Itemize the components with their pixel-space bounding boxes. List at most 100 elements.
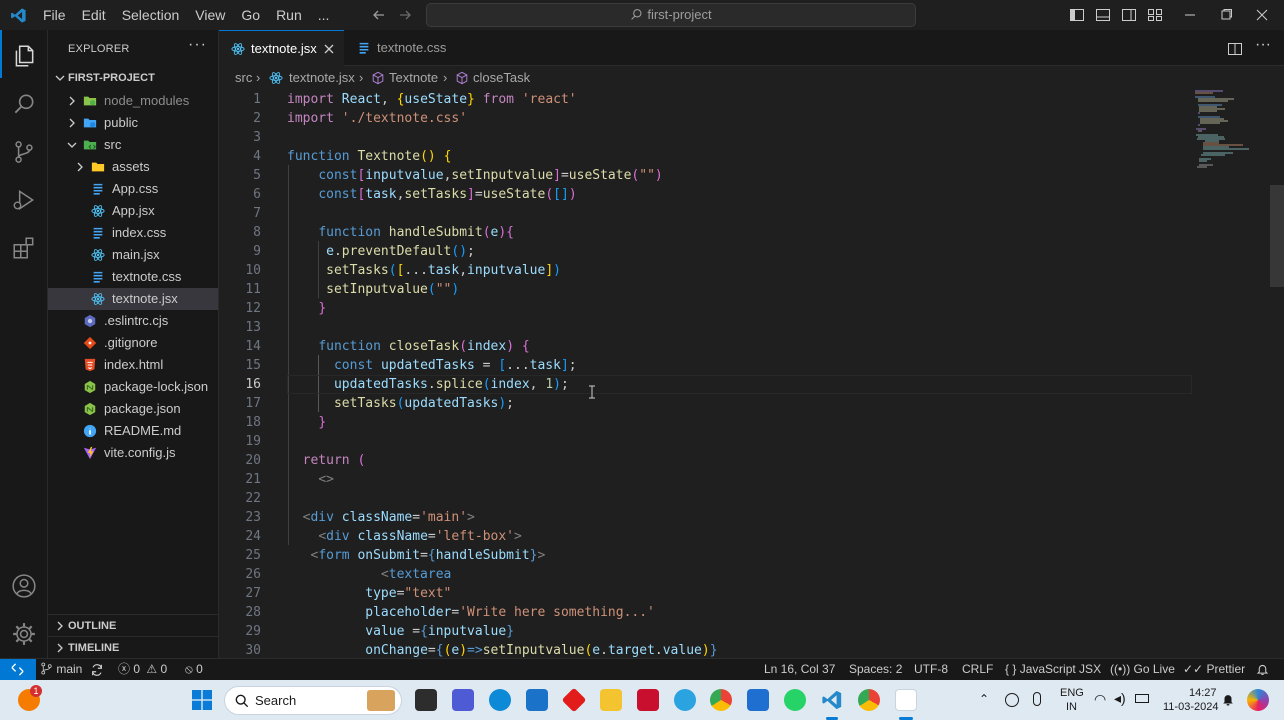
task-view-icon[interactable] xyxy=(415,689,437,711)
command-center-search[interactable]: first-project xyxy=(426,3,916,27)
tab-textnote-jsx[interactable]: textnote.jsx xyxy=(219,30,344,66)
tree-item-assets[interactable]: assets xyxy=(48,156,218,178)
chrome-profile-icon[interactable] xyxy=(858,689,880,711)
battery-icon[interactable] xyxy=(1135,694,1149,703)
breadcrumb-src[interactable]: src xyxy=(235,67,252,89)
go-live-label: Go Live xyxy=(1133,662,1175,676)
sync-icon[interactable] xyxy=(90,663,104,677)
tree-item-index-css[interactable]: index.css xyxy=(48,222,218,244)
branch-indicator[interactable]: main xyxy=(40,659,82,680)
ports-count: 0 xyxy=(196,662,203,676)
more-actions-icon[interactable]: ··· xyxy=(188,36,207,54)
accounts-button[interactable] xyxy=(0,562,48,610)
timeline-section[interactable]: TIMELINE xyxy=(48,636,218,658)
notification-bell-icon[interactable] xyxy=(1221,692,1235,707)
close-tab-icon[interactable] xyxy=(323,43,335,55)
encoding[interactable]: UTF-8 xyxy=(914,659,948,680)
onedrive-icon[interactable] xyxy=(1005,693,1019,707)
menu-view[interactable]: View xyxy=(187,0,233,30)
tree-item-app-css[interactable]: App.css xyxy=(48,178,218,200)
prettier-indicator[interactable]: ✓✓ Prettier xyxy=(1183,659,1245,680)
split-editor-icon[interactable] xyxy=(1227,41,1243,57)
breadcrumb-file[interactable]: textnote.jsx xyxy=(289,67,355,89)
chrome-icon[interactable] xyxy=(710,689,732,711)
breadcrumb-component[interactable]: Textnote xyxy=(389,67,438,89)
tree-item-readme[interactable]: README.md xyxy=(48,420,218,442)
snipping-tool-icon[interactable] xyxy=(895,689,917,711)
toggle-sidebar-icon[interactable] xyxy=(1069,7,1085,23)
file-explorer-icon[interactable] xyxy=(600,689,622,711)
breadcrumb-function[interactable]: closeTask xyxy=(473,67,530,89)
menu-edit[interactable]: Edit xyxy=(74,0,114,30)
remote-desktop-icon[interactable] xyxy=(747,689,769,711)
taskbar-search[interactable]: Search xyxy=(224,686,402,715)
speaker-icon[interactable]: ◂) xyxy=(1114,690,1126,707)
more-actions-icon[interactable]: ··· xyxy=(1255,36,1271,54)
chevron-up-icon[interactable]: ⌃ xyxy=(979,692,989,706)
tree-item-package-lock[interactable]: package-lock.json xyxy=(48,376,218,398)
code-editor[interactable]: 1 import React, {useState} from 'react' 2… xyxy=(219,89,1284,658)
toggle-panel-icon[interactable] xyxy=(1095,7,1111,23)
end-of-line[interactable]: CRLF xyxy=(962,659,993,680)
extensions-button[interactable] xyxy=(0,224,48,272)
tree-item-public[interactable]: public xyxy=(48,112,218,134)
minimize-icon[interactable] xyxy=(1182,7,1198,23)
tree-item-package-json[interactable]: package.json xyxy=(48,398,218,420)
menu-selection[interactable]: Selection xyxy=(114,0,188,30)
remote-indicator[interactable] xyxy=(0,659,36,680)
forward-arrow-icon[interactable] xyxy=(397,7,413,23)
language-mode[interactable]: { } JavaScript JSX xyxy=(1005,659,1101,680)
menu-more[interactable]: ... xyxy=(310,0,338,30)
paint-icon[interactable] xyxy=(674,689,696,711)
tree-item-index-html[interactable]: index.html xyxy=(48,354,218,376)
edge-icon[interactable] xyxy=(489,689,511,711)
menu-file[interactable]: File xyxy=(35,0,74,30)
cursor-position[interactable]: Ln 16, Col 37 xyxy=(764,659,835,680)
vscode-taskbar-icon[interactable] xyxy=(821,689,843,711)
tree-item-main-jsx[interactable]: main.jsx xyxy=(48,244,218,266)
store-icon[interactable] xyxy=(526,689,548,711)
code-line: 18 } xyxy=(219,413,1284,432)
teams-icon[interactable] xyxy=(452,689,474,711)
problems-indicator[interactable]: ⓧ 0 ⚠ 0 xyxy=(118,659,167,680)
outline-section[interactable]: OUTLINE xyxy=(48,614,218,636)
tree-item-gitignore[interactable]: .gitignore xyxy=(48,332,218,354)
restore-icon[interactable] xyxy=(1218,7,1234,23)
project-root[interactable]: FIRST-PROJECT xyxy=(48,67,218,89)
mcafee-icon[interactable] xyxy=(637,689,659,711)
tree-item-node-modules[interactable]: node_modules xyxy=(48,90,218,112)
explorer-button[interactable] xyxy=(0,32,48,80)
tree-item-src[interactable]: src xyxy=(48,134,218,156)
menu-run[interactable]: Run xyxy=(268,0,310,30)
wifi-icon[interactable]: ◠ xyxy=(1094,691,1106,708)
line-number: 5 xyxy=(253,168,261,183)
indentation[interactable]: Spaces: 2 xyxy=(849,659,902,680)
tree-item-eslintrc[interactable]: .eslintrc.cjs xyxy=(48,310,218,332)
go-live-button[interactable]: ((•)) Go Live xyxy=(1110,659,1175,680)
customize-layout-icon[interactable] xyxy=(1147,7,1163,23)
toggle-secondary-sidebar-icon[interactable] xyxy=(1121,7,1137,23)
vertical-scrollbar[interactable] xyxy=(1270,185,1284,287)
menu-go[interactable]: Go xyxy=(233,0,268,30)
tab-textnote-css[interactable]: textnote.css xyxy=(345,30,470,66)
close-window-icon[interactable] xyxy=(1254,7,1270,23)
back-arrow-icon[interactable] xyxy=(371,7,387,23)
bell-icon[interactable] xyxy=(1256,663,1269,676)
manage-button[interactable] xyxy=(0,610,48,658)
tree-item-app-jsx[interactable]: App.jsx xyxy=(48,200,218,222)
run-debug-button[interactable] xyxy=(0,176,48,224)
windows-start-icon[interactable] xyxy=(192,690,212,710)
language-indicator[interactable]: ENG xyxy=(1060,687,1084,699)
tree-item-vite-config[interactable]: vite.config.js xyxy=(48,442,218,464)
ports-indicator[interactable]: ⦸ 0 xyxy=(185,659,203,680)
copilot-icon[interactable] xyxy=(1247,689,1269,711)
clock-time[interactable]: 14:27 xyxy=(1189,687,1217,699)
minimap[interactable] xyxy=(1193,89,1273,189)
whatsapp-icon[interactable] xyxy=(784,689,806,711)
tree-item-textnote-jsx[interactable]: textnote.jsx xyxy=(48,288,218,310)
tree-item-textnote-css[interactable]: textnote.css xyxy=(48,266,218,288)
search-button[interactable] xyxy=(0,80,48,128)
source-control-button[interactable] xyxy=(0,128,48,176)
anydesk-icon[interactable] xyxy=(561,687,587,713)
microphone-icon[interactable] xyxy=(1033,692,1041,706)
